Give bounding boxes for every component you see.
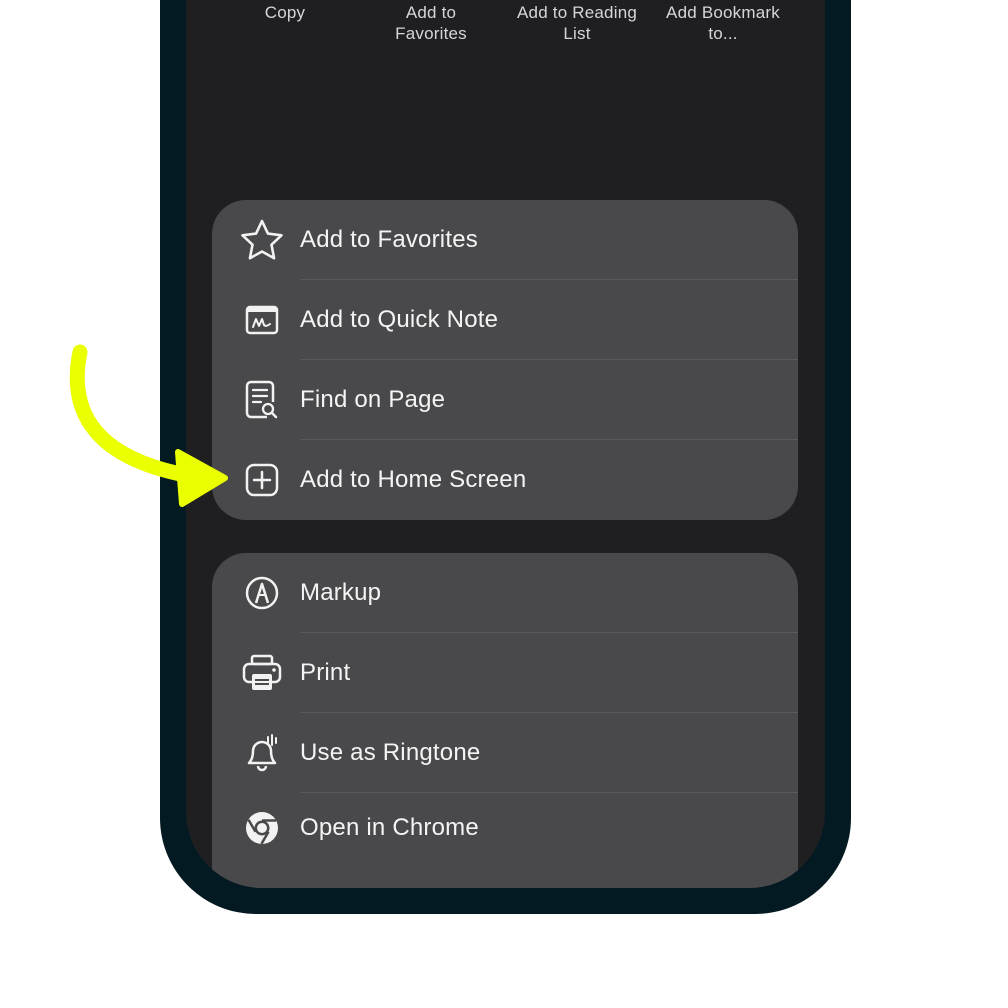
action-reading-list-label: Add to Reading List [517,3,637,43]
menu-item-label: Open in Chrome [300,814,479,841]
action-favorites-label: Add to Favorites [395,3,467,43]
menu-group-primary: Add to Favorites Add to Quick Note Find … [212,200,798,520]
bell-icon [238,729,286,777]
action-add-bookmark-label: Add Bookmark to... [666,3,780,43]
markup-icon [238,569,286,617]
menu-item-add-to-favorites[interactable]: Add to Favorites [212,200,798,280]
action-add-to-favorites[interactable]: Add to Favorites [358,0,504,44]
menu-item-print[interactable]: Print [212,633,798,713]
action-copy[interactable]: Copy [212,0,358,23]
quick-note-icon [238,296,286,344]
stage: Copy Add to Favorites Add to Reading Lis… [0,0,1008,1008]
menu-group-secondary: Markup Print Use as Ringtone Open in Chr… [212,553,798,888]
chrome-icon [238,804,286,852]
menu-item-label: Find on Page [300,386,446,413]
share-sheet: Copy Add to Favorites Add to Reading Lis… [186,0,825,888]
menu-item-label: Markup [300,579,382,606]
menu-item-label: Print [300,659,351,686]
menu-item-label: Add to Quick Note [300,306,499,333]
find-page-icon [238,376,286,424]
printer-icon [238,649,286,697]
menu-item-open-in-chrome[interactable]: Open in Chrome [212,793,798,863]
menu-item-label: Add to Home Screen [300,466,527,493]
star-icon [238,216,286,264]
menu-item-add-to-home-screen[interactable]: Add to Home Screen [212,440,798,520]
menu-item-markup[interactable]: Markup [212,553,798,633]
menu-item-label: Add to Favorites [300,226,478,253]
menu-item-find-on-page[interactable]: Find on Page [212,360,798,440]
action-copy-label: Copy [264,3,306,22]
menu-item-use-as-ringtone[interactable]: Use as Ringtone [212,713,798,793]
menu-item-label: Use as Ringtone [300,739,481,766]
action-add-bookmark-to[interactable]: Add Bookmark to... [650,0,796,44]
add-square-icon [238,456,286,504]
action-add-to-reading-list[interactable]: Add to Reading List [504,0,650,44]
menu-item-add-to-quick-note[interactable]: Add to Quick Note [212,280,798,360]
highlight-arrow-icon [69,344,228,507]
